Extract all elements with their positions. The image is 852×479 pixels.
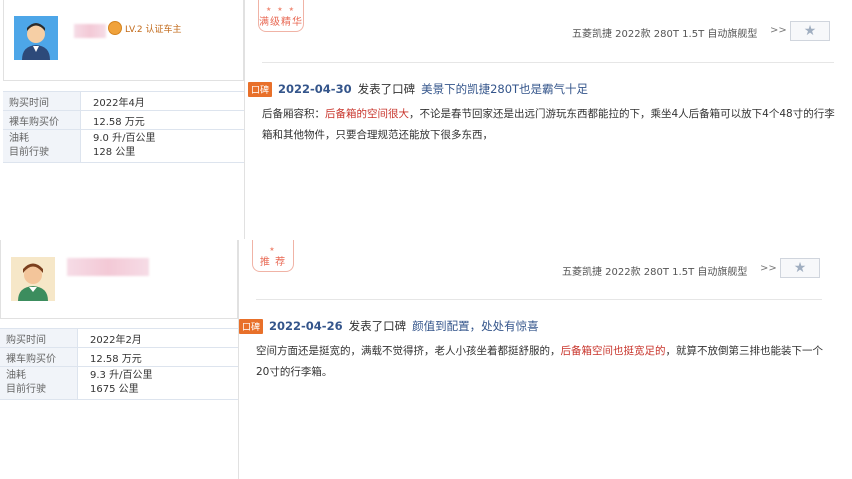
review-card-1: LV.2 认证车主 购买时间 2022年4月 裸车购买价 12.58 万元 油耗…	[0, 0, 852, 239]
fuel-mileage-row: 油耗 目前行驶 9.3 升/百公里 1675 公里	[0, 367, 238, 400]
review-header: 口碑 2022-04-26 发表了口碑 颜值到配置，处处有惊喜	[239, 318, 539, 334]
review-date: 2022-04-30	[278, 82, 352, 96]
purchase-time-row: 购买时间 2022年2月	[0, 329, 238, 348]
user-profile: LV.2 认证车主	[3, 0, 244, 81]
review-highlight: 后备箱的空间很大	[325, 108, 409, 120]
car-model-link[interactable]: 五菱凯捷 2022款 280T 1.5T 自动旗舰型	[562, 263, 747, 278]
fuel-mileage-row: 油耗 目前行驶 9.0 升/百公里 128 公里	[3, 130, 244, 163]
review-title-link[interactable]: 颜值到配置，处处有惊喜	[412, 318, 539, 334]
divider	[262, 62, 834, 63]
purchase-info-table: 购买时间 2022年2月 裸车购买价 12.58 万元 油耗 目前行驶 9.3 …	[0, 328, 238, 400]
review-title-link[interactable]: 美景下的凯捷280T也是霸气十足	[421, 81, 588, 97]
user-avatar-icon[interactable]	[11, 257, 55, 301]
review-tag: 口碑	[248, 81, 273, 97]
purchase-info-table: 购买时间 2022年4月 裸车购买价 12.58 万元 油耗 目前行驶 9.0 …	[3, 91, 244, 163]
star-icon: ★	[803, 23, 817, 39]
favorite-star-button[interactable]: ★	[790, 21, 830, 41]
favorite-star-button[interactable]: ★	[780, 258, 820, 278]
price-row: 裸车购买价 12.58 万元	[3, 111, 244, 130]
user-profile	[0, 240, 238, 319]
purchase-time-row: 购买时间 2022年4月	[3, 92, 244, 111]
car-model-link[interactable]: 五菱凯捷 2022款 280T 1.5T 自动旗舰型	[572, 25, 757, 40]
review-body: 后备厢容积：后备箱的空间很大，不论是春节回家还是出远门游玩东西都能拉的下，乘坐4…	[262, 108, 835, 141]
review-highlight: 后备箱空间也挺宽足的	[560, 345, 666, 357]
username-blurred[interactable]	[74, 24, 106, 38]
review-body: 空间方面还是挺宽的，满载不觉得挤，老人小孩坐着都挺舒服的，后备箱空间也挺宽足的，…	[256, 345, 823, 378]
elite-stamp: ★ ★ ★ 满级精华	[258, 0, 304, 32]
recommend-stamp: ★ 推 荐	[252, 240, 294, 272]
review-header: 口碑 2022-04-30 发表了口碑 美景下的凯捷280T也是霸气十足	[248, 81, 588, 97]
user-sidebar: LV.2 认证车主 购买时间 2022年4月 裸车购买价 12.58 万元 油耗…	[0, 0, 245, 239]
review-card-2: 购买时间 2022年2月 裸车购买价 12.58 万元 油耗 目前行驶 9.3 …	[0, 240, 852, 479]
username-blurred[interactable]	[67, 258, 149, 276]
review-tag: 口碑	[239, 318, 264, 334]
medal-icon	[108, 21, 122, 35]
price-row: 裸车购买价 12.58 万元	[0, 348, 238, 367]
user-sidebar: 购买时间 2022年2月 裸车购买价 12.58 万元 油耗 目前行驶 9.3 …	[0, 240, 239, 479]
chevron-right-icon[interactable]: >>	[770, 25, 787, 36]
divider	[256, 299, 822, 300]
star-icon: ★	[793, 260, 807, 276]
review-date: 2022-04-26	[269, 319, 343, 333]
review-action: 发表了口碑	[348, 319, 407, 333]
review-action: 发表了口碑	[357, 82, 416, 96]
user-avatar-icon[interactable]	[14, 16, 58, 60]
certified-owner-badge: LV.2 认证车主	[108, 21, 181, 35]
chevron-right-icon[interactable]: >>	[760, 263, 777, 274]
